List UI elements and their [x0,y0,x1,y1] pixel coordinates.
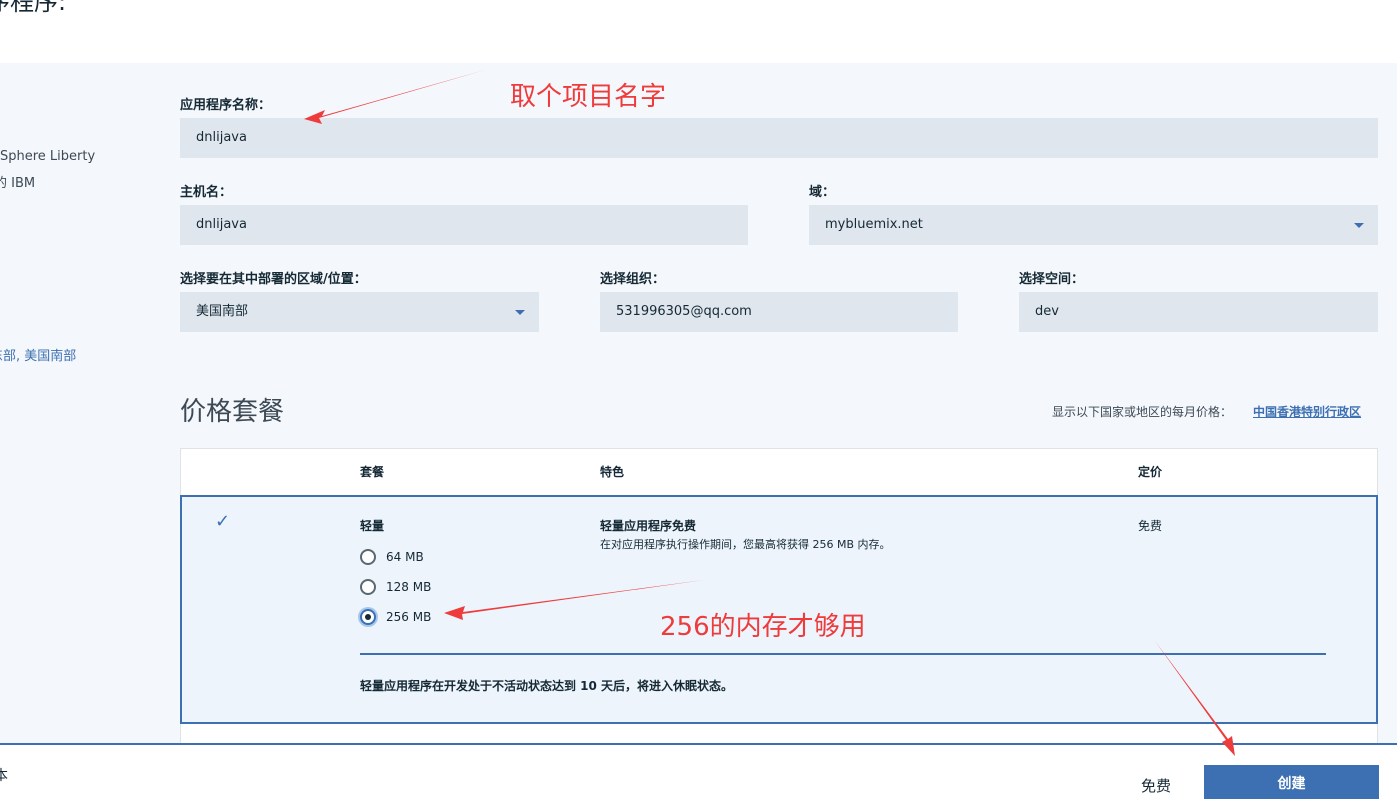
annotation-overlay [304,70,1235,756]
annotation-memory-hint: 256的内存才够用 [660,612,866,642]
annotation-name-hint: 取个项目名字 [510,82,667,112]
annotation-arrow [304,70,485,124]
annotation-arrow [1155,641,1235,756]
